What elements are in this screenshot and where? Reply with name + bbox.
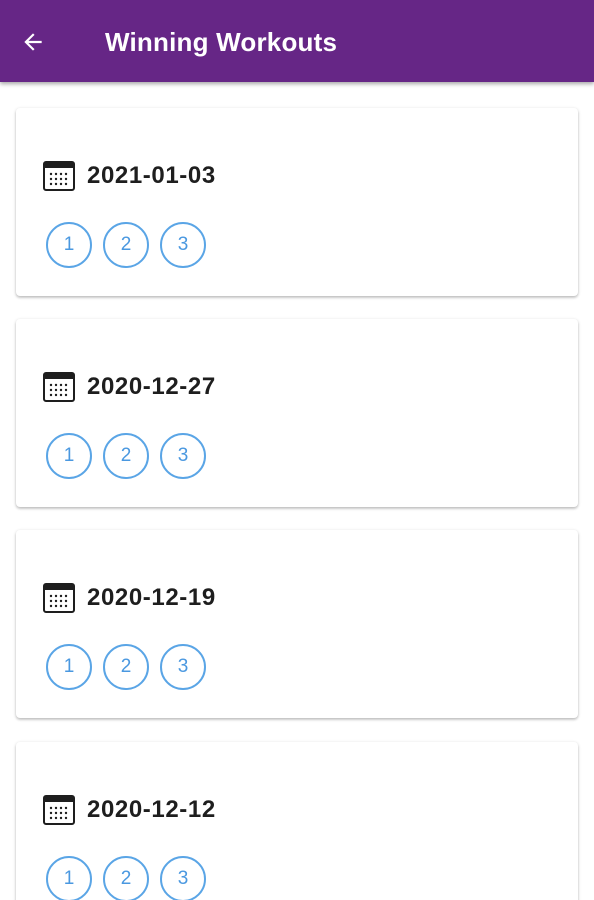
workout-card-header: 2020-12-19: [42, 578, 216, 618]
workout-1-button[interactable]: 1: [46, 433, 92, 479]
workout-card-header: 2021-01-03: [42, 156, 216, 196]
workout-card: 2020-12-27 1 2 3: [16, 319, 578, 507]
workout-button-group: 1 2 3: [46, 644, 217, 690]
workout-1-button[interactable]: 1: [46, 856, 92, 900]
workout-1-button[interactable]: 1: [46, 222, 92, 268]
workout-2-button[interactable]: 2: [103, 644, 149, 690]
workout-date: 2020-12-12: [87, 796, 216, 823]
workout-button-group: 1 2 3: [46, 222, 217, 268]
workout-card: 2020-12-19 1 2 3: [16, 530, 578, 718]
workout-list: 2021-01-03 1 2 3 2020-12-27 1 2 3 2020-1…: [0, 82, 594, 900]
workout-card-header: 2020-12-27: [42, 367, 216, 407]
workout-button-group: 1 2 3: [46, 856, 217, 900]
workout-2-button[interactable]: 2: [103, 856, 149, 900]
workout-1-button[interactable]: 1: [46, 644, 92, 690]
arrow-left-icon: [24, 33, 42, 51]
workout-button-group: 1 2 3: [46, 433, 217, 479]
calendar-icon: [43, 583, 75, 613]
workout-date: 2020-12-19: [87, 584, 216, 611]
calendar-icon: [43, 372, 75, 402]
back-button[interactable]: [14, 23, 52, 61]
page-title: Winning Workouts: [105, 27, 338, 57]
workout-date: 2020-12-27: [87, 373, 216, 400]
workout-2-button[interactable]: 2: [103, 433, 149, 479]
workout-2-button[interactable]: 2: [103, 222, 149, 268]
workout-3-button[interactable]: 3: [160, 856, 206, 900]
workout-card: 2021-01-03 1 2 3: [16, 108, 578, 296]
calendar-icon: [43, 795, 75, 825]
calendar-icon: [43, 161, 75, 191]
app-bar: Winning Workouts: [0, 0, 594, 82]
workout-3-button[interactable]: 3: [160, 644, 206, 690]
workout-3-button[interactable]: 3: [160, 222, 206, 268]
workout-card: 2020-12-12 1 2 3: [16, 742, 578, 900]
workout-date: 2021-01-03: [87, 162, 216, 189]
workout-card-header: 2020-12-12: [42, 790, 216, 830]
workout-3-button[interactable]: 3: [160, 433, 206, 479]
